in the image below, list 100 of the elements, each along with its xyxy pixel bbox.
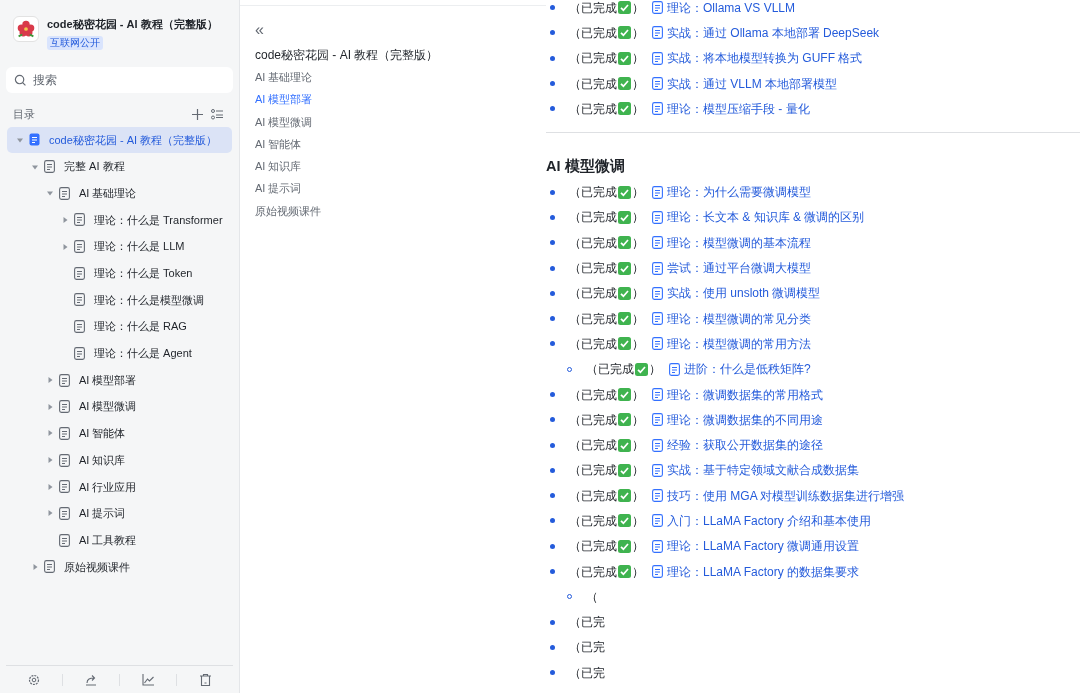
document-icon [652, 51, 663, 65]
tree-item[interactable]: AI 模型微调 [7, 393, 232, 421]
status-text: （已完成 [569, 50, 617, 68]
status-text: ） [632, 310, 644, 328]
document-icon [652, 312, 663, 326]
status-text: （已完成 [586, 361, 634, 379]
document-link[interactable]: 理论：LLaMA Factory 的数据集要求 [652, 562, 860, 581]
tree-item[interactable]: 理论：什么是 Agent [7, 340, 232, 367]
expand-caret-icon[interactable] [46, 456, 54, 465]
chart-icon[interactable] [142, 673, 154, 686]
document-icon [652, 77, 663, 91]
list-icon[interactable] [211, 109, 223, 120]
document-link[interactable]: 经验：获取公开数据集的途径 [652, 436, 823, 455]
outline-title[interactable]: code秘密花园 - AI 教程（完整版） [255, 44, 546, 66]
bullet-icon [550, 81, 555, 87]
outline-item[interactable]: AI 模型部署 [255, 88, 546, 111]
expand-caret-icon[interactable] [46, 482, 54, 491]
tree-item[interactable]: AI 工具教程 [7, 526, 232, 554]
outline-item[interactable]: AI 模型微调 [255, 110, 546, 133]
document-link[interactable]: 技巧：使用 MGA 对模型训练数据集进行增强 [652, 486, 905, 505]
tree-item[interactable]: code秘密花园 - AI 教程（完整版） [7, 126, 232, 154]
settings-icon[interactable] [28, 673, 40, 686]
expand-caret-icon[interactable] [31, 562, 39, 571]
tree-item[interactable]: AI 模型部署 [7, 366, 232, 394]
expand-caret-icon[interactable] [46, 429, 54, 438]
tree-item[interactable]: AI 提示词 [7, 500, 232, 527]
tree-item[interactable]: 完整 AI 教程 [7, 153, 232, 180]
document-icon [652, 438, 663, 452]
document-icon [669, 362, 680, 376]
add-icon[interactable] [192, 109, 203, 120]
outline-item[interactable]: 原始视频课件 [255, 199, 546, 223]
tree-item[interactable]: AI 智能体 [7, 420, 232, 447]
expand-caret-icon[interactable] [46, 402, 54, 411]
section-label: 目录 [13, 107, 36, 123]
status-text: ） [632, 285, 644, 303]
document-icon [59, 480, 70, 494]
space-title: code秘密花园 - AI 教程（完整版） [47, 17, 218, 32]
status-text: （已完成 [569, 209, 617, 227]
document-link[interactable]: 入门：LLaMA Factory 介绍和基本使用 [652, 512, 872, 530]
document-icon [74, 346, 85, 360]
status-text: （已完成 [569, 563, 617, 581]
tree-item[interactable]: 理论：什么是 Transformer [7, 206, 232, 234]
expand-caret-icon[interactable] [46, 509, 54, 518]
status-text: ） [632, 386, 644, 404]
document-link[interactable]: 理论：模型微调的基本流程 [652, 233, 811, 252]
tree-item[interactable]: AI 行业应用 [7, 473, 232, 501]
document-link[interactable]: 理论：Ollama VS VLLM [652, 0, 796, 17]
tree-item[interactable]: 理论：什么是 RAG [7, 313, 232, 340]
tree-item[interactable]: 理论：什么是 Token [7, 259, 232, 287]
status-text: ） [632, 0, 644, 17]
status-text: （已完成 [569, 24, 617, 42]
expand-caret-icon[interactable] [46, 376, 54, 385]
document-link[interactable]: 实战：将本地模型转换为 GUFF 格式 [652, 49, 863, 68]
bullet-icon [550, 644, 555, 650]
tree-item[interactable]: 原始视频课件 [7, 553, 232, 581]
document-link[interactable]: 尝试：通过平台微调大模型 [652, 259, 811, 277]
document-icon [652, 514, 663, 528]
share-icon[interactable] [85, 673, 97, 686]
document-link[interactable]: 理论：为什么需要微调模型 [652, 183, 811, 202]
document-icon [652, 337, 663, 351]
status-text: ） [632, 437, 644, 455]
status-text: （已完成 [569, 437, 617, 455]
outline-item[interactable]: AI 提示词 [255, 177, 546, 200]
bullet-icon [550, 265, 555, 271]
bullet-icon [550, 240, 555, 246]
document-link[interactable]: 实战：使用 unsloth 微调模型 [652, 284, 821, 303]
document-link[interactable]: 进阶：什么是低秩矩阵? [669, 360, 811, 379]
tree-item[interactable]: 理论：什么是模型微调 [7, 286, 232, 314]
status-text: （已完成 [569, 538, 617, 556]
outline-item[interactable]: AI 基础理论 [255, 66, 546, 89]
document-link[interactable]: 理论：LLaMA Factory 微调通用设置 [652, 537, 860, 556]
search-field[interactable]: 搜索 [6, 66, 233, 93]
bullet-icon [550, 392, 555, 397]
tree-item[interactable]: 理论：什么是 LLM [7, 233, 232, 260]
trash-icon[interactable] [199, 673, 211, 686]
document-icon [652, 185, 663, 199]
outline-item[interactable]: AI 知识库 [255, 155, 546, 178]
status-text: ） [632, 75, 644, 93]
tree-item[interactable]: AI 基础理论 [7, 179, 232, 207]
status-text: （已完成 [569, 0, 617, 17]
document-link[interactable]: 理论：微调数据集的不同用途 [652, 410, 823, 429]
document-link[interactable]: 理论：模型微调的常用方法 [652, 334, 811, 353]
status-text: ） [632, 100, 644, 118]
status-text: （已完成 [569, 260, 617, 277]
document-icon [652, 413, 663, 427]
collapse-button[interactable]: « [255, 21, 264, 38]
outline-item[interactable]: AI 智能体 [255, 132, 546, 156]
tree-item[interactable]: AI 知识库 [7, 446, 232, 474]
document-link[interactable]: 实战：基于特定领域文献合成数据集 [652, 461, 859, 480]
document-link[interactable]: 理论：微调数据集的常用格式 [652, 385, 823, 404]
status-text: ） [649, 361, 661, 379]
document-link[interactable]: 理论：长文本 & 知识库 & 微调的区别 [652, 208, 865, 227]
document-link[interactable]: 理论：模型压缩手段 - 量化 [652, 99, 810, 118]
document-link[interactable]: 实战：通过 VLLM 本地部署模型 [652, 74, 837, 93]
collapse-caret-icon[interactable] [46, 189, 54, 198]
expand-caret-icon[interactable] [61, 242, 69, 251]
expand-caret-icon[interactable] [61, 215, 69, 224]
document-link[interactable]: 理论：模型微调的常见分类 [652, 309, 811, 328]
status-text: ） [632, 209, 644, 227]
document-link[interactable]: 实战：通过 Ollama 本地部署 DeepSeek [652, 23, 880, 42]
